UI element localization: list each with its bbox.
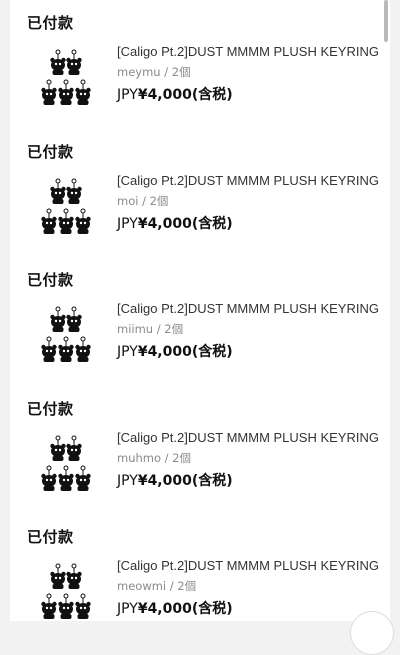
product-thumbnail[interactable] xyxy=(38,433,94,497)
product-thumbnail[interactable] xyxy=(38,561,94,625)
price-currency: JPY xyxy=(117,344,138,360)
order-status: 已付款 xyxy=(27,400,74,418)
price-amount: ¥4,000(含税) xyxy=(137,216,233,232)
price-currency: JPY xyxy=(117,216,138,232)
product-title[interactable]: [Caligo Pt.2]DUST MMMM PLUSH KEYRING xyxy=(117,173,387,188)
price-amount: ¥4,000(含税) xyxy=(137,473,233,489)
product-price: JPY¥4,000(含税) xyxy=(117,84,233,104)
product-thumbnail[interactable] xyxy=(38,176,94,240)
product-price: JPY¥4,000(含税) xyxy=(117,470,233,490)
order-item[interactable]: 已付款 [Caligo Pt.2]DUST MMMM PLUSH KEYRING… xyxy=(10,386,390,515)
scroll-to-top-button[interactable] xyxy=(350,611,394,655)
plush-keyring-image-icon xyxy=(41,435,91,491)
order-list: 已付款 [Caligo Pt.2]DUST MMMM PLUSH KEYRING… xyxy=(10,0,390,621)
plush-keyring-image-icon xyxy=(41,178,91,234)
product-price: JPY¥4,000(含税) xyxy=(117,213,233,233)
price-currency: JPY xyxy=(117,473,138,489)
order-item[interactable]: 已付款 [Caligo Pt.2]DUST MMMM PLUSH KEYRING… xyxy=(10,0,390,129)
order-status: 已付款 xyxy=(27,14,74,32)
product-option: muhmo / 2個 xyxy=(117,451,192,465)
price-amount: ¥4,000(含税) xyxy=(137,87,233,103)
order-status: 已付款 xyxy=(27,143,74,161)
order-status: 已付款 xyxy=(27,528,74,546)
order-item[interactable]: 已付款 [Caligo Pt.2]DUST MMMM PLUSH KEYRING… xyxy=(10,514,390,643)
product-thumbnail[interactable] xyxy=(38,304,94,368)
price-currency: JPY xyxy=(117,87,138,103)
order-item[interactable]: 已付款 [Caligo Pt.2]DUST MMMM PLUSH KEYRING… xyxy=(10,129,390,258)
order-item[interactable]: 已付款 [Caligo Pt.2]DUST MMMM PLUSH KEYRING… xyxy=(10,257,390,386)
plush-keyring-image-icon xyxy=(41,306,91,362)
order-status: 已付款 xyxy=(27,271,74,289)
product-thumbnail[interactable] xyxy=(38,47,94,111)
product-option: meymu / 2個 xyxy=(117,65,191,79)
product-price: JPY¥4,000(含税) xyxy=(117,598,233,618)
plush-keyring-image-icon xyxy=(41,563,91,619)
product-option: moi / 2個 xyxy=(117,194,169,208)
product-title[interactable]: [Caligo Pt.2]DUST MMMM PLUSH KEYRING xyxy=(117,301,387,316)
product-title[interactable]: [Caligo Pt.2]DUST MMMM PLUSH KEYRING xyxy=(117,44,387,59)
product-option: meowmi / 2個 xyxy=(117,579,197,593)
plush-keyring-image-icon xyxy=(41,49,91,105)
product-title[interactable]: [Caligo Pt.2]DUST MMMM PLUSH KEYRING xyxy=(117,558,387,573)
product-price: JPY¥4,000(含税) xyxy=(117,341,233,361)
price-currency: JPY xyxy=(117,601,138,617)
price-amount: ¥4,000(含税) xyxy=(137,344,233,360)
product-title[interactable]: [Caligo Pt.2]DUST MMMM PLUSH KEYRING xyxy=(117,430,387,445)
product-option: miimu / 2個 xyxy=(117,322,184,336)
price-amount: ¥4,000(含税) xyxy=(137,601,233,617)
